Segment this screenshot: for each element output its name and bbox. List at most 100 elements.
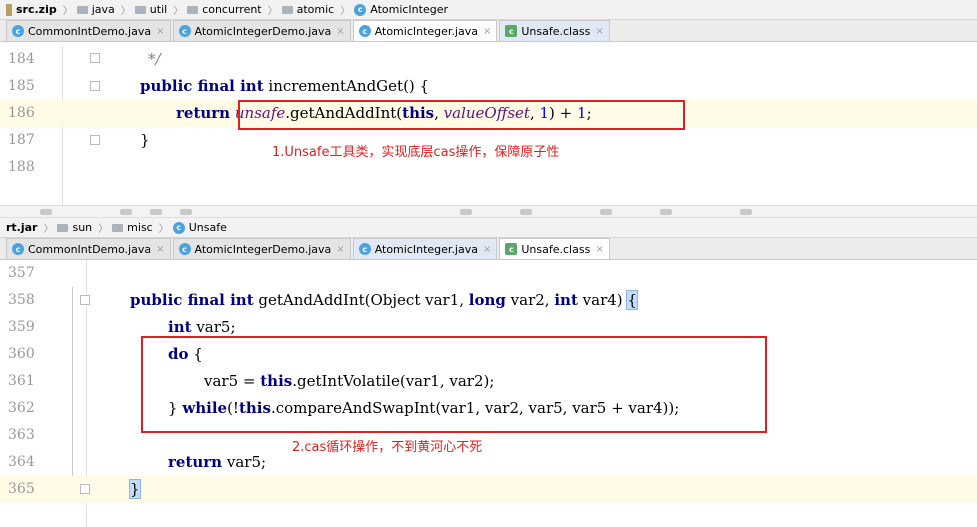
chevron-right-icon: 〉 <box>158 224 169 235</box>
code-line: 184 */ <box>0 46 977 73</box>
line-number: 357 <box>8 265 35 281</box>
class-locked-icon: c <box>358 243 371 255</box>
toolbar-icon[interactable] <box>150 209 162 215</box>
toolbar-icon[interactable] <box>40 209 52 215</box>
tab-label: AtomicIntegerDemo.java <box>194 242 332 256</box>
close-icon[interactable]: × <box>336 26 344 37</box>
chevron-right-icon: 〉 <box>267 6 278 17</box>
breadcrumb: src.zip 〉 java 〉 util 〉 concurrent 〉 ato… <box>0 0 977 20</box>
class-icon: c <box>354 3 367 16</box>
chevron-right-icon: 〉 <box>340 6 351 17</box>
breadcrumb-item-atomicinteger[interactable]: c AtomicInteger <box>354 3 448 16</box>
breadcrumb-label: java <box>91 3 115 16</box>
breadcrumb-item-unsafe[interactable]: c Unsafe <box>172 221 227 234</box>
line-number: 359 <box>8 319 35 335</box>
breadcrumb-item-misc[interactable]: misc <box>112 221 153 234</box>
class-icon: c <box>172 221 185 234</box>
toolbar-icon[interactable] <box>120 209 132 215</box>
fold-marker-icon[interactable] <box>80 295 90 305</box>
toolbar-icon[interactable] <box>740 209 752 215</box>
breadcrumb-item-sun[interactable]: sun <box>57 221 92 234</box>
tab-commonintdemo[interactable]: c CommonIntDemo.java × <box>6 20 171 41</box>
fold-marker-icon[interactable] <box>90 53 100 63</box>
close-icon[interactable]: × <box>336 244 344 255</box>
close-icon[interactable]: × <box>156 26 164 37</box>
tab-label: AtomicIntegerDemo.java <box>194 24 332 38</box>
line-number: 364 <box>8 454 35 470</box>
editor-tabs: c CommonIntDemo.java × c AtomicIntegerDe… <box>0 238 977 260</box>
line-number: 186 <box>8 105 35 121</box>
breadcrumb-item-rt-jar[interactable]: rt.jar <box>6 221 37 234</box>
folder-icon <box>134 5 146 14</box>
toolbar-icon[interactable] <box>520 209 532 215</box>
highlight-box <box>141 336 767 433</box>
tab-label: Unsafe.class <box>521 242 591 256</box>
code-text: return var5; <box>168 453 267 471</box>
chevron-right-icon: 〉 <box>173 6 184 17</box>
annotation-text: 2.cas循环操作，不到黄河心不死 <box>292 440 483 455</box>
breadcrumb: rt.jar 〉 sun 〉 misc 〉 c Unsafe <box>0 218 977 238</box>
fold-marker-icon[interactable] <box>80 484 90 494</box>
breadcrumb-label: AtomicInteger <box>370 3 448 16</box>
chevron-right-icon: 〉 <box>62 6 73 17</box>
tab-label: Unsafe.class <box>521 24 591 38</box>
class-icon: c <box>12 25 24 37</box>
tab-atomicintegerdemo[interactable]: c AtomicIntegerDemo.java × <box>172 238 351 259</box>
toolbar-icon[interactable] <box>600 209 612 215</box>
tab-atomicintegerdemo[interactable]: c AtomicIntegerDemo.java × <box>172 20 351 41</box>
breadcrumb-item-concurrent[interactable]: concurrent <box>187 3 262 16</box>
code-editor[interactable]: 184 */ 185 public final int incrementAnd… <box>0 46 977 205</box>
tab-atomicinteger[interactable]: c AtomicInteger.java × <box>352 20 498 41</box>
code-line: 358 public final int getAndAddInt(Object… <box>0 287 977 314</box>
breadcrumb-item-util[interactable]: util <box>134 3 168 16</box>
close-icon[interactable]: × <box>156 244 164 255</box>
editor-pane-atomicinteger: src.zip 〉 java 〉 util 〉 concurrent 〉 ato… <box>0 0 977 205</box>
toolbar-icon[interactable] <box>180 209 192 215</box>
close-icon[interactable]: × <box>483 244 491 255</box>
line-number: 187 <box>8 132 35 148</box>
tab-atomicinteger[interactable]: c AtomicInteger.java × <box>352 238 498 259</box>
breadcrumb-item-src-zip[interactable]: src.zip <box>6 3 57 16</box>
class-icon: c <box>12 243 24 255</box>
chevron-right-icon: 〉 <box>43 224 54 235</box>
toolbar-strip <box>0 205 977 218</box>
close-icon[interactable]: × <box>595 244 603 255</box>
tab-commonintdemo[interactable]: c CommonIntDemo.java × <box>6 238 171 259</box>
tab-unsafe-class[interactable]: c Unsafe.class × <box>499 20 610 41</box>
line-number: 362 <box>8 400 35 416</box>
line-number: 358 <box>8 292 35 308</box>
breadcrumb-label: sun <box>72 221 93 234</box>
class-file-icon: c <box>505 25 518 37</box>
code-text: } <box>129 479 141 499</box>
toolbar-icon[interactable] <box>460 209 472 215</box>
folder-icon <box>281 5 293 14</box>
breadcrumb-label: src.zip <box>16 3 57 16</box>
chevron-right-icon: 〉 <box>120 6 131 17</box>
code-text: public final int incrementAndGet() { <box>140 77 430 95</box>
breadcrumb-label: util <box>149 3 168 16</box>
code-text: } <box>140 131 150 149</box>
breadcrumb-item-atomic[interactable]: atomic <box>281 3 335 16</box>
line-number: 184 <box>8 51 35 67</box>
tab-label: CommonIntDemo.java <box>28 24 152 38</box>
code-line: 357 <box>0 260 977 287</box>
breadcrumb-item-java[interactable]: java <box>76 3 115 16</box>
tab-label: AtomicInteger.java <box>374 242 478 256</box>
annotation-text: 1.Unsafe工具类，实现底层cas操作，保障原子性 <box>272 145 560 160</box>
tab-unsafe-class[interactable]: c Unsafe.class × <box>499 238 610 259</box>
breadcrumb-label: misc <box>127 221 153 234</box>
line-number: 365 <box>8 481 35 497</box>
code-editor[interactable]: 357 358 public final int getAndAddInt(Ob… <box>0 260 977 527</box>
fold-marker-icon[interactable] <box>90 81 100 91</box>
folder-icon <box>112 223 124 232</box>
breadcrumb-label: atomic <box>296 3 335 16</box>
close-icon[interactable]: × <box>483 26 491 37</box>
jar-icon <box>6 3 12 16</box>
chevron-right-icon: 〉 <box>98 224 109 235</box>
code-text: public final int getAndAddInt(Object var… <box>130 290 638 310</box>
highlight-box <box>238 100 685 130</box>
fold-marker-icon[interactable] <box>90 135 100 145</box>
toolbar-icon[interactable] <box>660 209 672 215</box>
close-icon[interactable]: × <box>595 26 603 37</box>
code-line: 364 return var5; <box>0 449 977 476</box>
